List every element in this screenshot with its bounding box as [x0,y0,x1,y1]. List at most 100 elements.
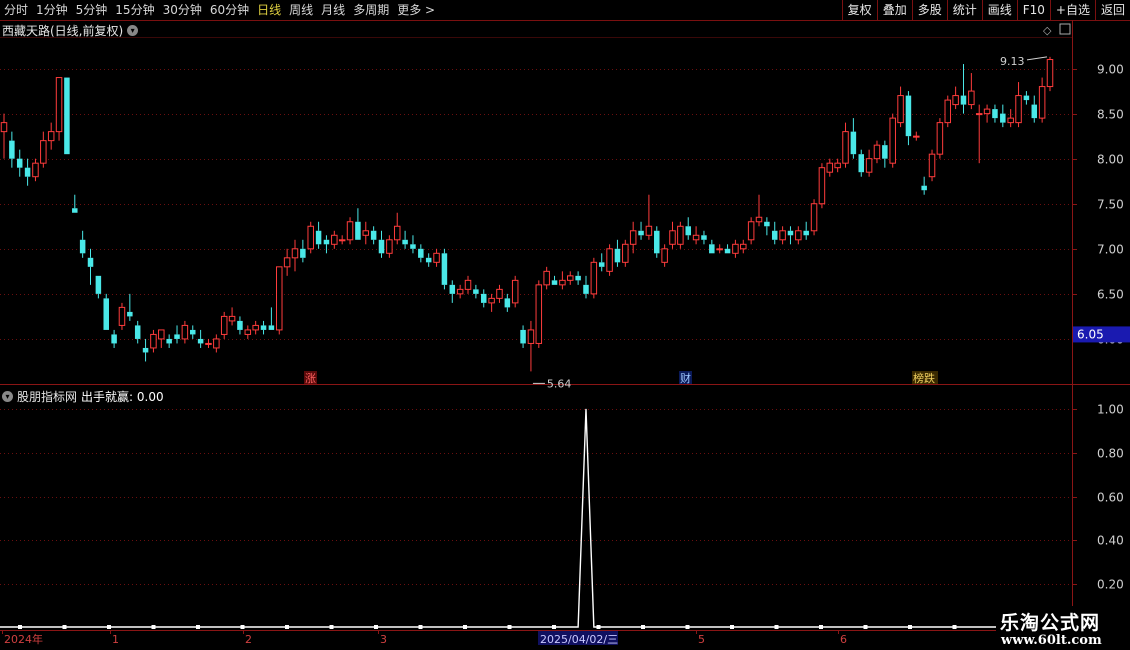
baseline-marker [329,625,334,629]
candle [850,131,857,155]
candle [55,77,63,133]
candle [79,239,86,254]
candle [590,261,598,295]
candle [488,297,495,304]
high-price-label: 9.13 [1000,55,1025,68]
candle [64,77,70,155]
baseline-marker [596,625,601,629]
candle [87,257,94,267]
date-label: 6 [840,633,847,646]
chart-frame [0,20,1130,631]
candle [480,293,487,303]
candle [654,230,660,254]
high-pointer [1026,56,1048,61]
baseline-marker [863,625,868,629]
candle [764,221,770,227]
candle [260,325,267,330]
candle [795,230,802,241]
candle [983,108,991,115]
candle [928,153,936,178]
candle [213,338,220,349]
candle [936,122,944,155]
candles [0,56,1054,372]
candle [72,208,78,213]
low-price-label: 5.64 [547,377,572,390]
baseline-marker [196,625,200,629]
candle [370,230,377,240]
candle [464,279,472,290]
candle [418,248,424,258]
candle [355,221,361,240]
candle [716,248,723,251]
candle [134,325,141,339]
candle [425,257,432,263]
candle [473,289,479,294]
baseline-marker [685,625,690,629]
logo-url: www.60lt.com [1001,633,1102,648]
candle [103,298,109,330]
candle [142,347,149,353]
indicator-tick-label: 0.20 [1097,578,1124,592]
event-marker: 财 [680,371,691,385]
candle [158,329,165,340]
candle [244,329,252,335]
candle [127,311,133,317]
baseline-marker [463,625,467,629]
date-label: 3 [380,633,387,646]
candle [975,113,983,116]
candle [252,324,259,331]
candle [118,306,126,326]
indicator-tick-label: 0.60 [1097,491,1124,505]
indicator-panel: 1.00 0.80 0.60 0.40 0.20 [0,403,1124,629]
candle [889,117,896,164]
candle [441,253,448,285]
candle [276,266,283,331]
stock-chart[interactable]: 9.008.508.007.507.006.506.006.05 1.000.8… [0,0,1130,650]
candle [622,243,629,263]
candle [921,185,927,191]
candle [803,230,809,236]
baseline-marker [641,625,645,629]
candle [166,338,172,344]
candle [410,244,416,249]
candle [1023,95,1030,101]
candle [32,162,39,178]
candle [598,262,605,267]
candle [111,334,117,344]
candle [237,320,243,330]
candle [559,279,566,286]
date-label: 1 [112,633,119,646]
candle [520,329,526,344]
price-tick-label: 9.00 [1097,63,1124,77]
candle [496,288,503,299]
candle [174,334,180,339]
baseline-marker [819,625,823,629]
candle [724,248,731,254]
candle [1031,104,1038,119]
logo-name: 乐淘公式网 [1000,612,1101,634]
candle [1038,86,1046,119]
candle [300,248,306,258]
candle [551,280,558,285]
candle [873,144,881,160]
candle [47,131,55,142]
candle [740,243,747,250]
baseline-marker [507,625,512,629]
candle [378,239,385,254]
candle [527,329,535,344]
candle [40,140,47,164]
baseline-marker [151,625,156,629]
candle [338,239,346,242]
date-label: 2 [245,633,252,646]
event-marker: 榜跌 [913,371,935,385]
candle [952,95,959,106]
candle [456,288,464,295]
indicator-tick-label: 1.00 [1097,403,1124,417]
candle [669,230,676,245]
candle [268,325,275,330]
candle [629,230,637,245]
price-tick-label: 8.50 [1097,108,1124,122]
candle [826,162,834,173]
candle [842,131,849,164]
baseline-marker [418,625,423,629]
